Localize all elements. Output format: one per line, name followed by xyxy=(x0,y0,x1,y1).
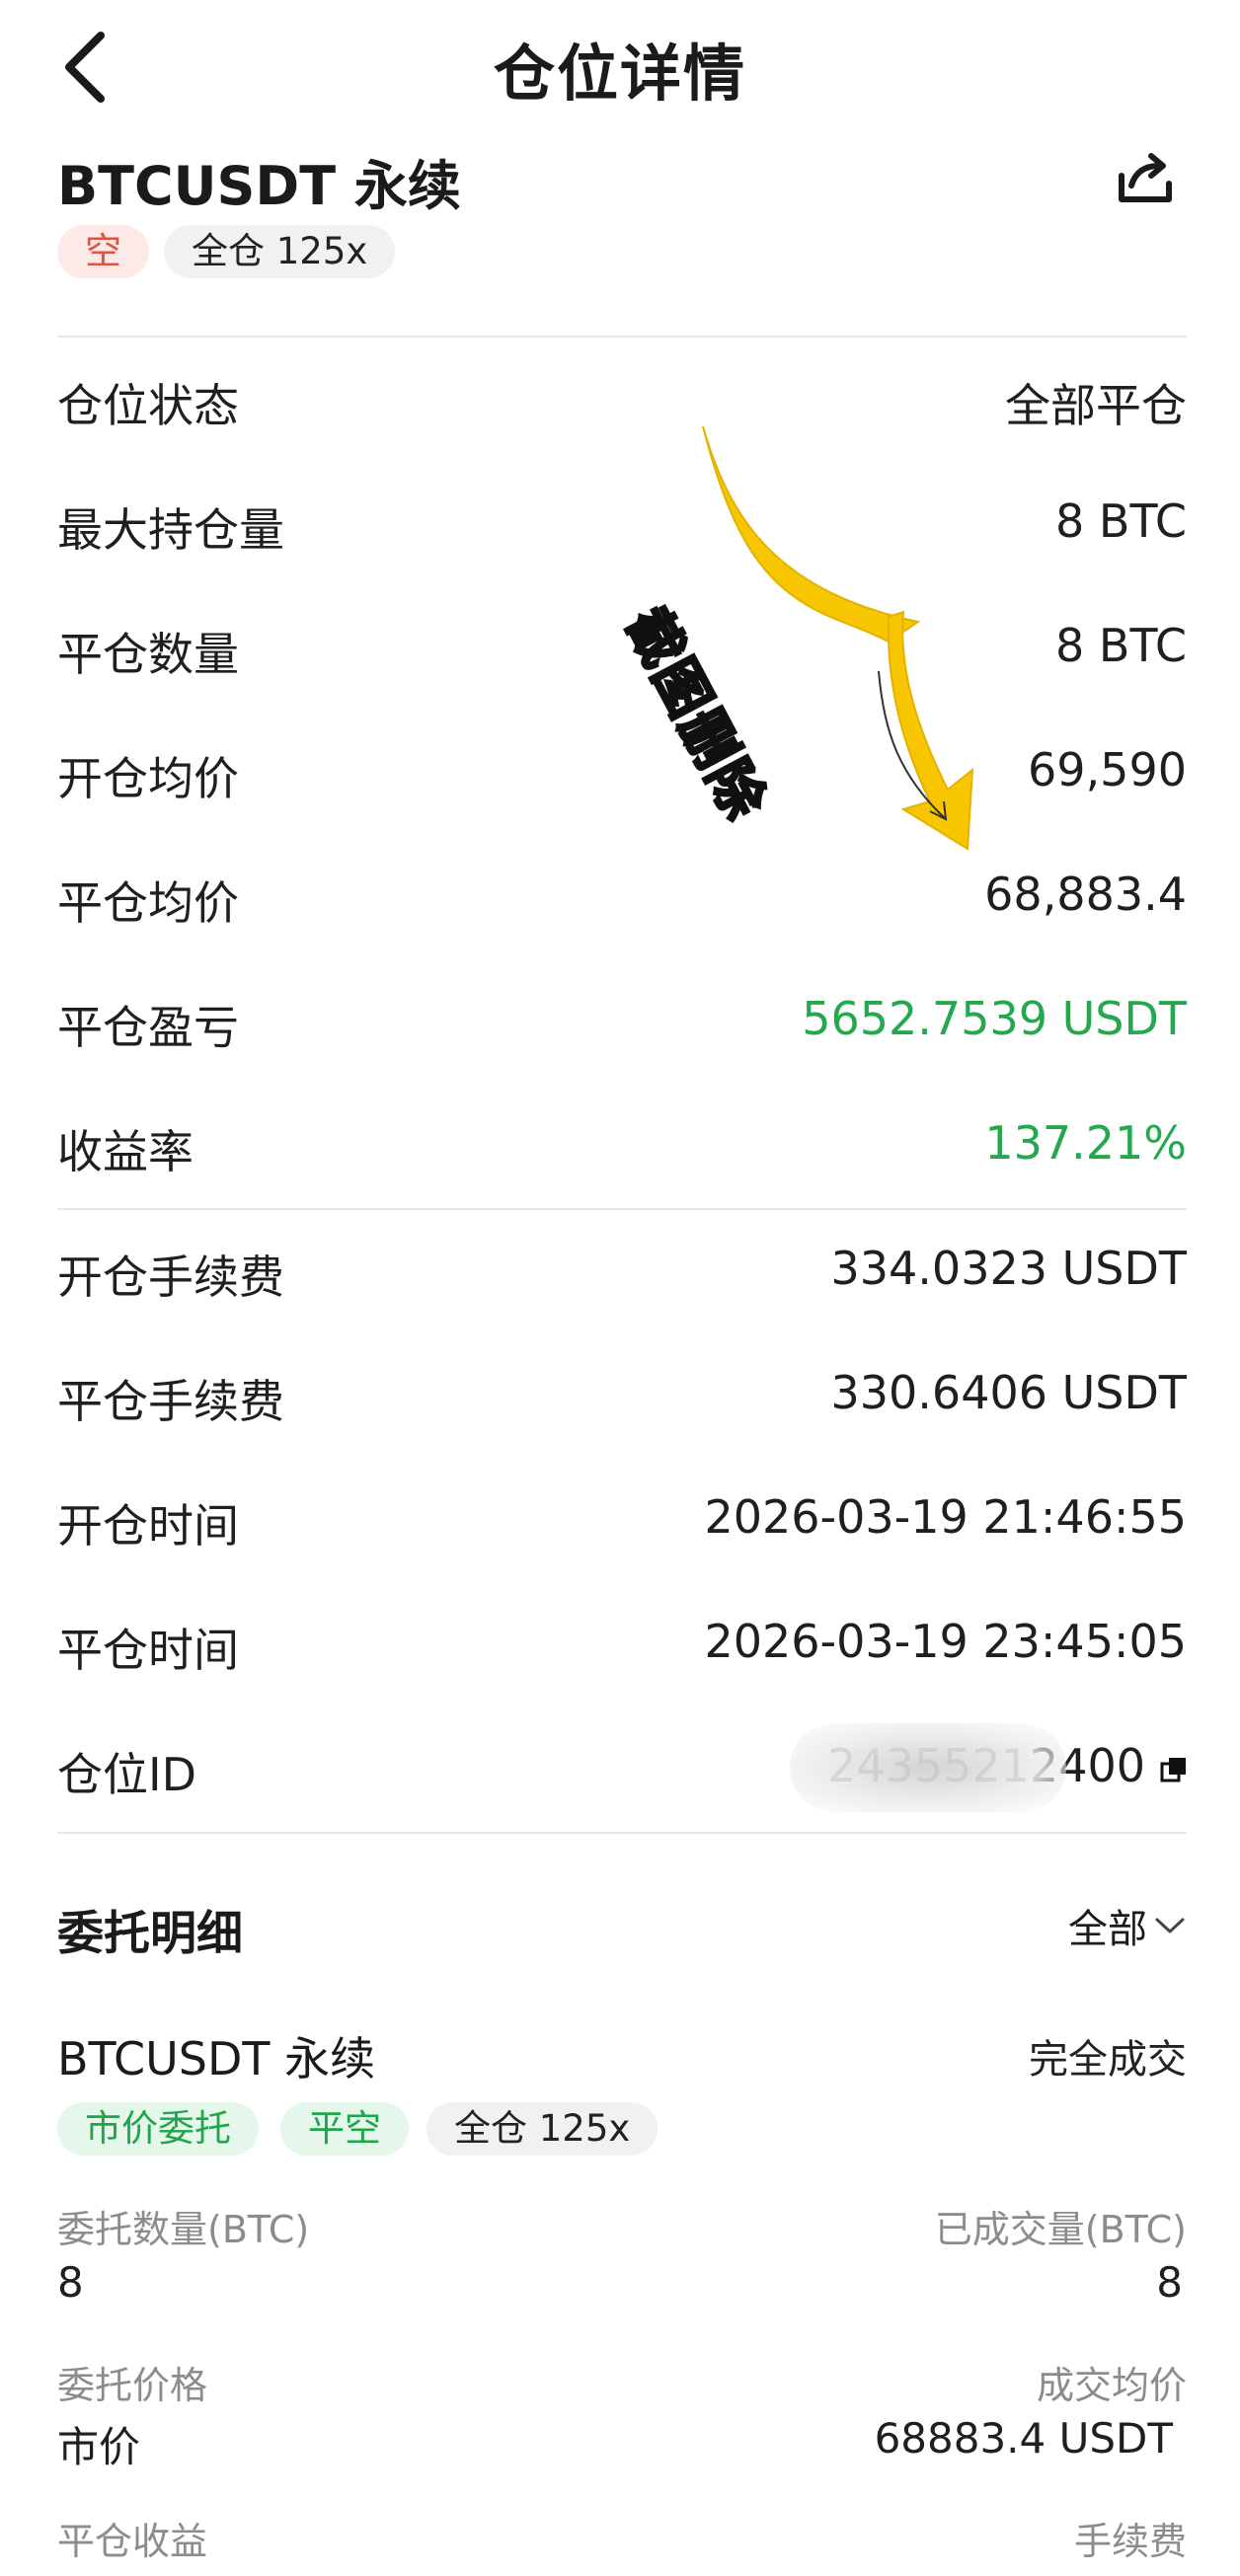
order-price-value: 市价 xyxy=(57,2423,141,2471)
section-title: 委托明细 xyxy=(57,1907,243,1961)
order-filled-value: 8 xyxy=(1156,2258,1183,2307)
order-fee-label: 手续费 xyxy=(1073,2520,1187,2563)
time-value: 2026-03-19 23:45:05 xyxy=(704,1615,1187,1668)
order-filter-dropdown[interactable]: 全部 xyxy=(1068,1897,1187,1954)
fee-value: 334.0323 USDT xyxy=(830,1242,1188,1295)
order-status: 完全成交 xyxy=(1029,2037,1187,2083)
detail-label: 平仓盈亏 xyxy=(57,1001,239,1054)
detail-label: 收益率 xyxy=(57,1125,194,1178)
detail-label: 平仓均价 xyxy=(57,876,239,930)
order-pnl-label: 平仓收益 xyxy=(57,2520,208,2563)
position-symbol: BTCUSDT 永续 xyxy=(57,155,461,217)
detail-value: 68,883.4 xyxy=(984,868,1187,921)
detail-value: 8 BTC xyxy=(1055,494,1187,548)
detail-value: 69,590 xyxy=(1028,743,1187,796)
order-qty-value: 8 xyxy=(57,2258,84,2307)
divider xyxy=(57,1832,1187,1834)
order-margin-tag: 全仓 125x xyxy=(426,2102,659,2156)
detail-label: 最大持仓量 xyxy=(57,503,284,557)
order-avg-value: 68883.4 USDT xyxy=(874,2414,1173,2462)
fee-label: 开仓手续费 xyxy=(57,1250,284,1304)
divider xyxy=(57,336,1187,338)
time-value: 2026-03-19 21:46:55 xyxy=(704,1490,1187,1544)
roi-value: 137.21% xyxy=(984,1116,1187,1170)
order-symbol: BTCUSDT 永续 xyxy=(57,2032,376,2085)
divider xyxy=(57,1208,1187,1210)
detail-label: 平仓数量 xyxy=(57,628,239,681)
detail-label: 开仓均价 xyxy=(57,752,239,805)
order-filled-label: 已成交量(BTC) xyxy=(934,2208,1187,2251)
time-label: 平仓时间 xyxy=(57,1624,239,1677)
chevron-down-icon xyxy=(1155,1918,1185,1933)
order-avg-label: 成交均价 xyxy=(1036,2364,1187,2407)
order-qty-label: 委托数量(BTC) xyxy=(57,2208,310,2251)
margin-tag: 全仓 125x xyxy=(164,225,396,278)
detail-value: 全部平仓 xyxy=(1005,379,1187,432)
fee-value: 330.6406 USDT xyxy=(830,1366,1188,1419)
share-button[interactable] xyxy=(1114,146,1177,209)
time-label: 开仓时间 xyxy=(57,1499,239,1553)
redaction-blur xyxy=(790,1723,1066,1812)
detail-label: 仓位状态 xyxy=(57,379,239,432)
detail-value: 8 BTC xyxy=(1055,619,1187,672)
order-side-tag: 平空 xyxy=(280,2102,409,2156)
position-id-label: 仓位ID xyxy=(57,1748,196,1801)
copy-icon[interactable] xyxy=(1159,1755,1189,1784)
page-title: 仓位详情 xyxy=(493,38,746,110)
side-tag: 空 xyxy=(57,225,149,278)
filter-label: 全部 xyxy=(1068,1907,1147,1952)
order-price-label: 委托价格 xyxy=(57,2364,208,2407)
fee-label: 平仓手续费 xyxy=(57,1375,284,1428)
share-icon xyxy=(1119,153,1172,202)
order-type-tag: 市价委托 xyxy=(57,2102,259,2156)
pnl-value: 5652.7539 USDT xyxy=(802,992,1187,1045)
